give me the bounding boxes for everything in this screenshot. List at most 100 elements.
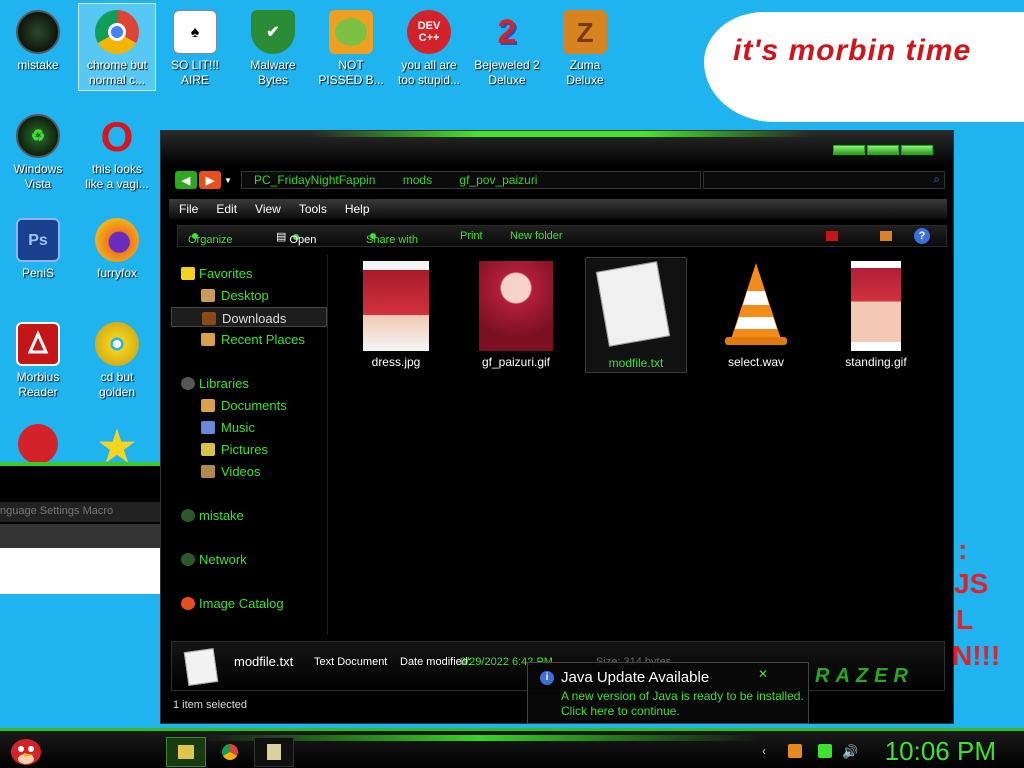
pdf-icon [16, 322, 60, 366]
start-button[interactable] [8, 733, 44, 767]
file-item[interactable]: select.wav [705, 257, 807, 373]
star-icon [181, 267, 195, 280]
taskbar-chrome-button[interactable] [210, 737, 250, 767]
bg-window-menu[interactable]: nguage Settings Macro [0, 502, 160, 522]
desktop-icon-bad-piggies[interactable]: NOT PISSED B... [313, 4, 389, 88]
menu-file[interactable]: File [169, 199, 206, 216]
title-bar[interactable] [161, 131, 953, 167]
taskbar-notepad-button[interactable] [254, 737, 294, 767]
back-button[interactable]: ◀ [175, 171, 197, 189]
desktop-icon-opera[interactable]: O this looks like a vagi... [79, 108, 155, 192]
menu-bar: File Edit View Tools Help [169, 199, 947, 219]
desktop-icon-chrome[interactable]: chrome but normal c... [78, 3, 156, 91]
image-thumbnail [363, 261, 429, 351]
zuma-icon: Z [563, 10, 607, 54]
nav-desktop[interactable]: Desktop [171, 285, 327, 305]
notification-title: Java Update Available [561, 669, 710, 686]
desktop-icon-label: SO LIT!!! AIRE [170, 58, 219, 87]
history-dropdown-icon[interactable]: ▼ [223, 171, 233, 189]
file-item[interactable]: gf_paizuri.gif [465, 257, 567, 373]
text-document-icon [183, 648, 219, 686]
address-bar[interactable]: PC_FridayNightFappin mods gf_pov_paizuri [241, 171, 701, 189]
pane-divider[interactable] [327, 255, 328, 635]
desktop-icon-bejeweled[interactable]: 2 Bejeweled 2 Deluxe [469, 4, 545, 88]
menu-edit[interactable]: Edit [206, 199, 245, 216]
menu-help[interactable]: Help [335, 199, 378, 216]
java-tray-icon[interactable] [788, 744, 802, 758]
share-with-button[interactable]: Share with [366, 230, 418, 246]
nav-image-catalog[interactable]: Image Catalog [171, 593, 327, 613]
nav-network[interactable]: Network [171, 549, 327, 569]
folder-icon [178, 745, 194, 759]
desktop-icon-label: cd but golden [98, 370, 136, 399]
network-tray-icon[interactable] [818, 744, 832, 758]
desktop-icon-cd[interactable]: cd but golden [79, 316, 155, 400]
chrome-icon [222, 744, 238, 760]
shield-check-icon: ✔ [251, 10, 295, 54]
background-window[interactable]: nguage Settings Macro [0, 462, 160, 594]
new-folder-button[interactable]: New folder [510, 230, 563, 242]
desktop-icon-windows-vista[interactable]: ♻ Windows Vista [0, 108, 76, 192]
nav-music[interactable]: Music [171, 417, 327, 437]
notification-message[interactable]: A new version of Java is ready to be ins… [561, 689, 806, 719]
orb-icon [16, 10, 60, 54]
nav-label: Image Catalog [199, 596, 284, 611]
music-icon [201, 421, 215, 434]
desktop-icon-photoshop[interactable]: Ps PeniS [0, 212, 76, 281]
documents-icon [201, 399, 215, 412]
desktop-icon-firefox[interactable]: furryfox [79, 212, 155, 281]
breadcrumb-2[interactable]: mods [403, 173, 432, 187]
nav-videos[interactable]: Videos [171, 461, 327, 481]
desktop-icon-malwarebytes[interactable]: ✔ Malware Bytes [235, 4, 311, 88]
organize-label: Organize [188, 234, 233, 246]
search-icon[interactable]: ⌕ [933, 172, 940, 187]
forward-button[interactable]: ▶ [199, 171, 221, 189]
file-name: gf_paizuri.gif [481, 355, 551, 369]
open-button[interactable]: ▤ Open [276, 230, 316, 246]
photoshop-icon: Ps [16, 218, 60, 262]
maximize-button[interactable] [867, 145, 899, 155]
desktop-icon-mistake[interactable]: mistake [0, 4, 76, 73]
nav-pictures[interactable]: Pictures [171, 439, 327, 459]
nav-recent-places[interactable]: Recent Places [171, 329, 327, 349]
desktop-icon-zuma[interactable]: Z Zuma Deluxe [547, 4, 623, 88]
organize-button[interactable]: Organize [188, 230, 233, 246]
taskbar-clock[interactable]: 10:06 PM [885, 736, 996, 767]
explorer-window[interactable]: ◀ ▶ ▼ PC_FridayNightFappin mods gf_pov_p… [160, 130, 954, 724]
breadcrumb-1[interactable]: PC_FridayNightFappin [254, 173, 375, 187]
view-options-icon[interactable] [826, 231, 838, 241]
nav-label: Desktop [221, 288, 269, 303]
nav-libraries[interactable]: Libraries [171, 373, 327, 393]
details-file-type: Text Document [314, 656, 388, 668]
desktop-icon-label: PeniS [21, 266, 55, 280]
close-button[interactable] [901, 145, 933, 155]
preview-pane-icon[interactable] [880, 231, 892, 241]
desktop-icon-solitaire[interactable]: ♠ SO LIT!!! AIRE [157, 4, 233, 88]
menu-view[interactable]: View [245, 199, 289, 216]
cloud-text: it's morbin time [733, 34, 972, 67]
file-item[interactable]: dress.jpg [345, 257, 447, 373]
help-icon[interactable]: ? [914, 228, 930, 244]
desktop-icon-label: Zuma Deluxe [566, 58, 604, 87]
search-input[interactable]: ⌕ [703, 171, 945, 189]
show-hidden-icons-icon[interactable]: ‹ [762, 744, 776, 758]
volume-icon[interactable]: 🔊 [842, 744, 858, 759]
breadcrumb-3[interactable]: gf_pov_paizuri [459, 173, 537, 187]
taskbar-explorer-button[interactable] [166, 737, 206, 767]
desktop-icon-devcpp[interactable]: DEV C++ you all are too stupid... [391, 4, 467, 88]
desktop-icon-morbius-reader[interactable]: Morbius Reader [0, 316, 76, 400]
nav-documents[interactable]: Documents [171, 395, 327, 415]
desktop-icon-label: Malware Bytes [250, 58, 296, 87]
minimize-button[interactable] [833, 145, 865, 155]
nav-downloads[interactable]: Downloads [171, 307, 327, 327]
close-icon[interactable]: ✕ [758, 667, 768, 681]
file-item[interactable]: standing.gif [825, 257, 927, 373]
nav-computer[interactable]: mistake [171, 505, 327, 525]
print-button[interactable]: Print [460, 230, 483, 242]
desktop-icon-label: furryfox [96, 266, 137, 280]
java-update-notification[interactable]: i Java Update Available ✕ A new version … [527, 662, 809, 724]
file-item[interactable]: modfile.txt [585, 257, 687, 373]
desktop-icon-ccleaner[interactable] [0, 418, 76, 468]
menu-tools[interactable]: Tools [289, 199, 335, 216]
nav-favorites[interactable]: Favorites [171, 263, 327, 283]
